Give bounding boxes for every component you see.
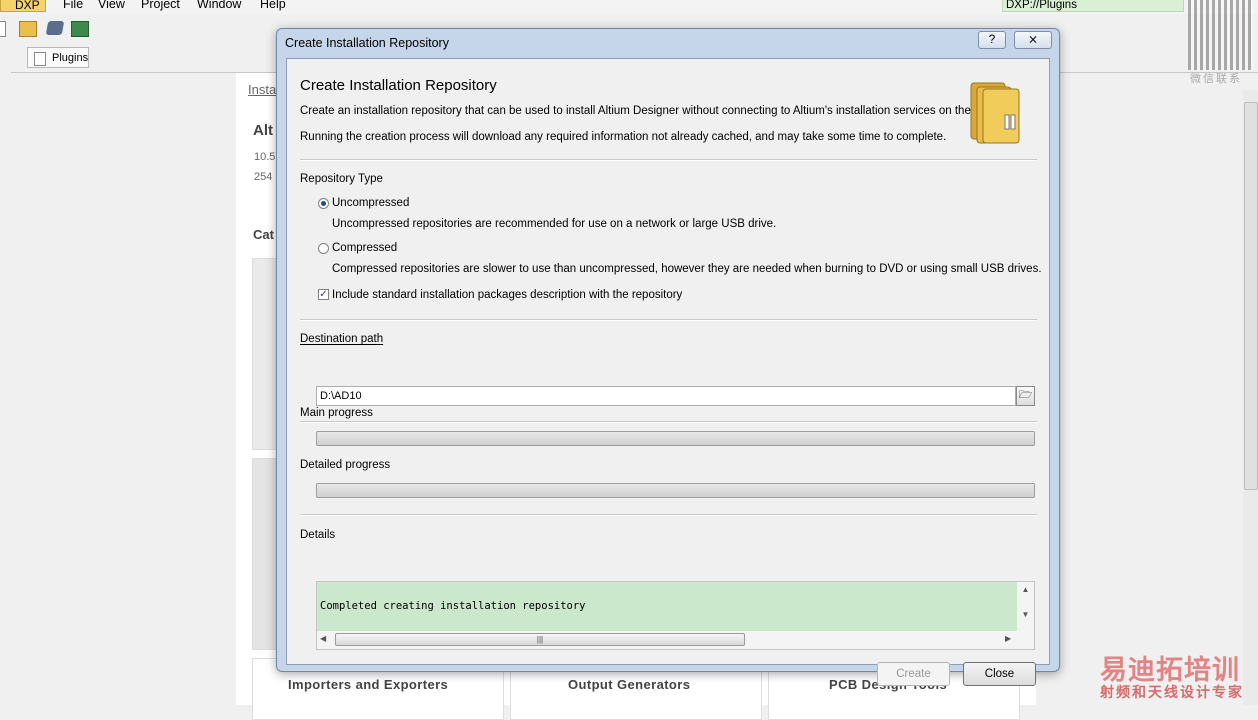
scroll-up-arrow-icon[interactable]: ▲ [1017, 585, 1034, 594]
menu-help[interactable]: Help [260, 0, 286, 11]
details-horizontal-scrollbar[interactable]: ◀ ||| ▶ [317, 631, 1034, 649]
tab-plugins[interactable]: Plugins [27, 47, 89, 68]
close-icon: ⨯ [1027, 32, 1039, 46]
browse-folder-button[interactable]: 🗁 [1016, 386, 1035, 406]
page-scrollbar[interactable] [1243, 90, 1258, 705]
compressed-description: Compressed repositories are slower to us… [332, 263, 1042, 275]
uncompressed-description: Uncompressed repositories are recommende… [332, 218, 777, 230]
details-text: Completed creating installation reposito… [317, 582, 1017, 631]
scroll-right-arrow-icon[interactable]: ▶ [1005, 634, 1011, 643]
qr-code-image [1188, 0, 1254, 70]
scrollbar-thumb[interactable] [1244, 102, 1258, 490]
content-gutter-right [1035, 73, 1243, 705]
scrollbar-thumb[interactable]: ||| [335, 633, 745, 646]
menu-bar: DXP File View Project Window Help DXP://… [0, 0, 1258, 14]
board-icon[interactable] [71, 21, 89, 37]
address-field[interactable]: DXP://Plugins [1002, 0, 1184, 12]
open-folder-icon[interactable] [19, 21, 37, 37]
create-repository-dialog: Create Installation Repository ? ⨯ Creat… [276, 28, 1060, 686]
detailed-progress-label: Detailed progress [300, 459, 391, 471]
destination-path-input[interactable]: D:\AD10 [316, 386, 1016, 406]
folder-icon [970, 82, 1020, 144]
details-vertical-scrollbar[interactable]: ▲ ▼ [1017, 582, 1034, 631]
new-doc-icon[interactable] [0, 21, 6, 37]
dialog-window-title: Create Installation Repository [285, 36, 449, 50]
separator [300, 159, 1037, 161]
compressed-label[interactable]: Compressed [332, 242, 397, 254]
include-description-label[interactable]: Include standard installation packages d… [332, 289, 682, 301]
layers-icon[interactable] [45, 21, 65, 35]
dialog-heading: Create Installation Repository [300, 77, 497, 94]
page-info-1: 10.5 [254, 151, 276, 163]
repository-type-label: Repository Type [300, 173, 383, 185]
help-icon: ? [988, 32, 996, 46]
menu-file[interactable]: File [63, 0, 83, 11]
menu-window[interactable]: Window [197, 0, 241, 11]
content-gutter-left [11, 73, 236, 705]
close-button[interactable]: Close [963, 662, 1036, 686]
intro-text-2: Running the creation process will downlo… [300, 131, 947, 143]
details-log[interactable]: Completed creating installation reposito… [316, 581, 1035, 650]
page-info-2: 254 [254, 171, 273, 183]
separator [300, 421, 1037, 423]
separator [300, 319, 1037, 321]
main-progress-label: Main progress [300, 407, 373, 419]
tab-plugins-label: Plugins [52, 52, 89, 64]
separator [300, 514, 1037, 516]
section-title: Cat [253, 227, 274, 242]
help-button[interactable]: ? [978, 31, 1006, 49]
dxp-menu-label: DXP [15, 0, 40, 12]
folder-open-icon: 🗁 [1018, 389, 1033, 401]
page-title: Alt [253, 122, 273, 139]
breadcrumb-link[interactable]: Insta [248, 82, 276, 97]
compressed-radio[interactable] [318, 243, 329, 254]
scroll-left-arrow-icon[interactable]: ◀ [320, 634, 326, 643]
intro-text-1: Create an installation repository that c… [300, 105, 1016, 117]
include-description-checkbox[interactable]: ✓ [318, 289, 329, 300]
watermark-subtitle: 射频和天线设计专家 [1100, 684, 1244, 700]
create-button[interactable]: Create [877, 662, 950, 686]
details-label: Details [300, 529, 336, 541]
document-icon [34, 52, 46, 66]
dialog-body: Create Installation Repository Create an… [286, 58, 1050, 686]
card-title-importers[interactable]: Importers and Exporters [288, 677, 448, 692]
destination-path-label: Destination path [300, 333, 384, 345]
scroll-down-arrow-icon[interactable]: ▼ [1017, 610, 1034, 619]
close-window-button[interactable]: ⨯ [1014, 31, 1052, 49]
detailed-progress-bar [316, 483, 1035, 498]
uncompressed-radio[interactable] [318, 198, 329, 209]
uncompressed-label[interactable]: Uncompressed [332, 197, 409, 209]
qr-caption: 微信联系 [1190, 73, 1242, 85]
dxp-menu[interactable]: DXP [0, 0, 46, 12]
main-progress-bar [316, 431, 1035, 446]
card-title-output[interactable]: Output Generators [568, 677, 690, 692]
menu-view[interactable]: View [98, 0, 125, 11]
menu-project[interactable]: Project [141, 0, 180, 11]
